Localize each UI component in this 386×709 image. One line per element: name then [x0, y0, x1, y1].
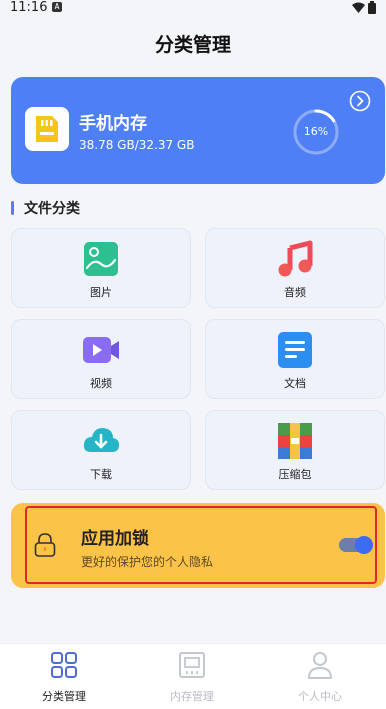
tab-category-management[interactable]: 分类管理: [0, 644, 128, 709]
category-images[interactable]: 图片: [11, 228, 191, 308]
highlight-frame: [25, 506, 377, 584]
wifi-icon: [352, 2, 365, 13]
lock-icon: [34, 533, 56, 557]
status-time: 11:16: [10, 0, 48, 15]
battery-icon: [368, 1, 376, 14]
section-title-text: 文件分类: [24, 201, 80, 217]
category-audio[interactable]: 音频: [205, 228, 385, 308]
status-bar: 11:16 A: [0, 0, 386, 16]
category-archives[interactable]: 压缩包: [205, 410, 385, 490]
tab-memory-management[interactable]: 内存管理: [128, 644, 256, 709]
page-title: 分类管理: [154, 34, 231, 56]
user-icon: [308, 652, 332, 679]
app-lock-toggle[interactable]: [339, 536, 373, 554]
category-video[interactable]: 视频: [11, 319, 191, 399]
archive-icon: [278, 423, 312, 459]
app-lock-subtitle: 更好的保护您的个人隐私: [81, 555, 214, 569]
storage-usage-ring: 16%: [291, 107, 341, 157]
tab-label: 分类管理: [42, 690, 86, 703]
music-note-icon: [278, 240, 313, 277]
category-label: 下载: [90, 468, 112, 481]
storage-size: 38.78 GB/32.37 GB: [79, 138, 195, 152]
grid-icon: [51, 652, 77, 678]
app-lock-card[interactable]: 应用加锁 更好的保护您的个人隐私: [11, 503, 385, 588]
status-icons: [352, 1, 376, 14]
cloud-download-icon: [83, 428, 119, 452]
memory-chip-icon: [179, 652, 205, 678]
section-title: 文件分类: [11, 200, 80, 217]
storage-percent: 16%: [303, 125, 329, 138]
category-label: 视频: [90, 377, 112, 390]
category-downloads[interactable]: 下载: [11, 410, 191, 490]
app-lock-title: 应用加锁: [81, 529, 149, 549]
sd-card-icon: [25, 107, 69, 151]
category-label: 文档: [284, 377, 306, 390]
chevron-right-icon[interactable]: [349, 90, 371, 112]
image-icon: [84, 242, 118, 276]
toggle-knob: [355, 536, 373, 554]
category-documents[interactable]: 文档: [205, 319, 385, 399]
storage-name: 手机内存: [79, 114, 147, 134]
category-label: 图片: [90, 286, 112, 299]
category-label: 压缩包: [278, 468, 312, 481]
sim-icon: A: [52, 2, 62, 12]
document-icon: [278, 332, 312, 368]
video-icon: [83, 337, 119, 363]
tab-personal-center[interactable]: 个人中心: [256, 644, 384, 709]
section-accent-bar: [11, 201, 14, 215]
category-label: 音频: [284, 286, 306, 299]
phone-storage-card[interactable]: 手机内存 38.78 GB/32.37 GB 16%: [11, 77, 385, 184]
tab-label: 个人中心: [298, 690, 342, 703]
tab-label: 内存管理: [170, 690, 214, 703]
bottom-tab-bar: 分类管理 内存管理 个人中心: [0, 643, 386, 709]
